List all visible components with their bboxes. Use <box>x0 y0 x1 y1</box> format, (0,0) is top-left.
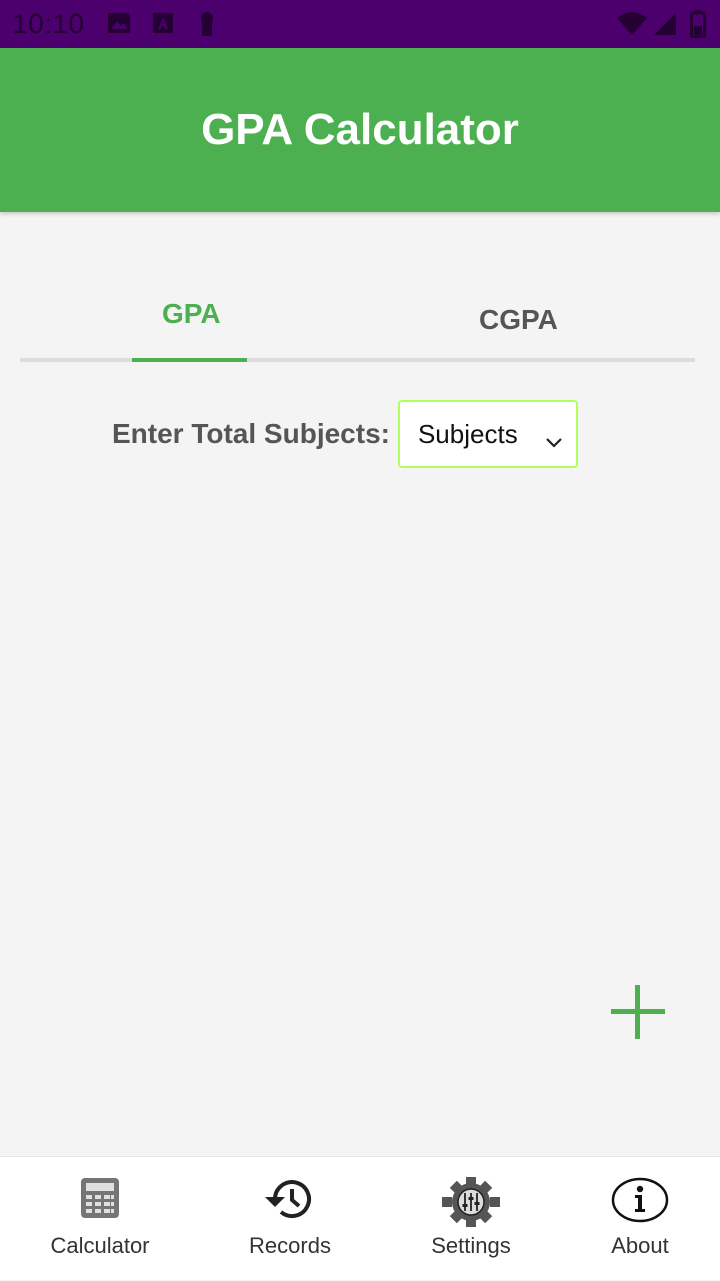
nav-item-records[interactable]: Records <box>200 1157 380 1281</box>
plus-icon <box>611 985 665 1039</box>
battery-icon <box>690 10 706 43</box>
nav-label-about: About <box>611 1233 669 1258</box>
keyhole-icon <box>196 10 218 43</box>
app-bar: GPA Calculator <box>0 48 720 212</box>
tab-gpa[interactable]: GPA <box>162 298 221 330</box>
nav-label-calculator: Calculator <box>50 1233 150 1258</box>
add-button[interactable] <box>608 982 668 1042</box>
status-time: 10:10 <box>12 8 85 39</box>
tab-indicator <box>132 358 247 362</box>
subjects-row: Enter Total Subjects: Subjects <box>112 400 578 468</box>
bottom-nav: Calculator Records Settings About <box>0 1156 720 1280</box>
tab-bar: GPA CGPA <box>20 282 695 362</box>
status-bar: 10:10 <box>0 0 720 48</box>
image-icon <box>106 10 132 41</box>
chevron-down-icon <box>544 426 564 457</box>
nav-item-about[interactable]: About <box>550 1157 720 1281</box>
app-title: GPA Calculator <box>201 105 519 154</box>
subjects-select[interactable]: Subjects <box>397 400 578 468</box>
subjects-select-value: Subjects <box>417 418 518 449</box>
tab-cgpa[interactable]: CGPA <box>479 304 558 336</box>
gear-icon <box>442 1177 500 1232</box>
nav-label-records: Records <box>249 1233 331 1258</box>
info-icon <box>611 1177 669 1228</box>
nav-item-calculator[interactable]: Calculator <box>10 1157 190 1281</box>
subjects-label: Enter Total Subjects: <box>112 418 390 449</box>
a-badge-icon <box>150 10 176 41</box>
history-icon <box>263 1177 317 1226</box>
calculator-icon <box>80 1177 120 1224</box>
nav-item-settings[interactable]: Settings <box>381 1157 561 1281</box>
signal-icon <box>652 12 678 41</box>
wifi-icon <box>616 12 648 41</box>
nav-label-settings: Settings <box>431 1233 511 1258</box>
